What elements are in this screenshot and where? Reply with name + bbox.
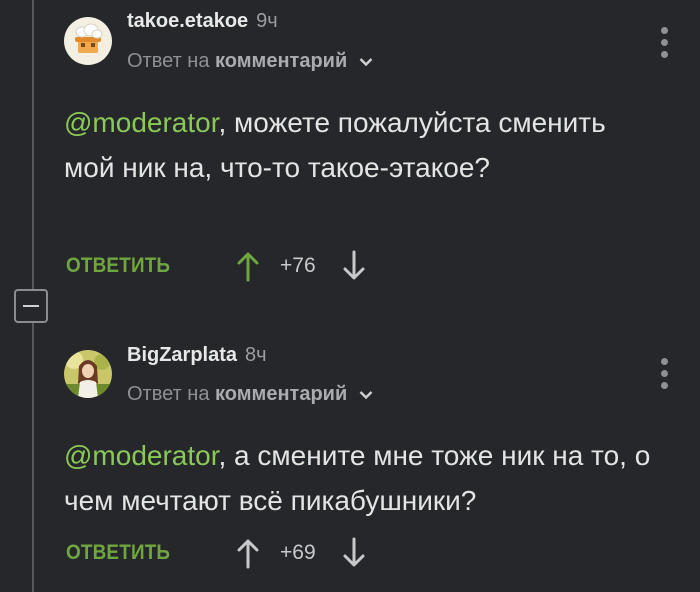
upvote-button[interactable]	[234, 250, 262, 287]
vote-count: +69	[280, 541, 316, 564]
arrow-down-icon	[343, 537, 365, 567]
reply-to-target: комментарий	[215, 383, 348, 405]
reply-to-link[interactable]: Ответ на комментарий	[127, 50, 373, 73]
username[interactable]: takoe.etakoe 9ч	[127, 10, 278, 33]
vote-count: +76	[280, 254, 316, 277]
more-dot-icon	[660, 27, 668, 34]
downvote-button[interactable]	[340, 250, 368, 287]
mention-link[interactable]: @moderator	[64, 107, 219, 138]
comment-actions: ОТВЕТИТЬ +69	[64, 537, 384, 569]
timestamp: 9ч	[256, 10, 278, 32]
chevron-down-icon	[359, 383, 373, 406]
more-dot-icon	[660, 51, 668, 58]
timestamp: 8ч	[245, 344, 267, 366]
more-dot-icon	[660, 358, 668, 365]
downvote-button[interactable]	[340, 537, 368, 574]
comment-text: @moderator, а смените мне тоже ник на то…	[64, 433, 660, 523]
arrow-down-icon	[343, 250, 365, 280]
reply-to-prefix: Ответ на	[127, 50, 210, 72]
arrow-up-icon	[237, 539, 259, 569]
mention-link[interactable]: @moderator	[64, 440, 219, 471]
reply-button[interactable]: ОТВЕТИТЬ	[66, 254, 170, 278]
more-dot-icon	[660, 382, 668, 389]
reply-to-target: комментарий	[215, 50, 348, 72]
more-dot-icon	[660, 39, 668, 46]
minus-icon	[23, 305, 39, 307]
reply-to-prefix: Ответ на	[127, 383, 210, 405]
reply-button[interactable]: ОТВЕТИТЬ	[66, 541, 170, 565]
avatar[interactable]	[64, 350, 112, 398]
username[interactable]: BigZarplata 8ч	[127, 344, 267, 367]
collapse-thread-button[interactable]	[14, 289, 48, 323]
arrow-up-icon	[237, 252, 259, 282]
chevron-down-icon	[359, 50, 373, 73]
more-dot-icon	[660, 370, 668, 377]
comment-actions: ОТВЕТИТЬ +76	[64, 250, 384, 282]
reply-to-link[interactable]: Ответ на комментарий	[127, 383, 373, 406]
more-options-button[interactable]	[658, 27, 670, 58]
avatar[interactable]	[64, 17, 112, 65]
more-options-button[interactable]	[658, 358, 670, 389]
upvote-button[interactable]	[234, 537, 262, 574]
comment-text: @moderator, можете пожалуйста сменить мо…	[64, 100, 660, 190]
